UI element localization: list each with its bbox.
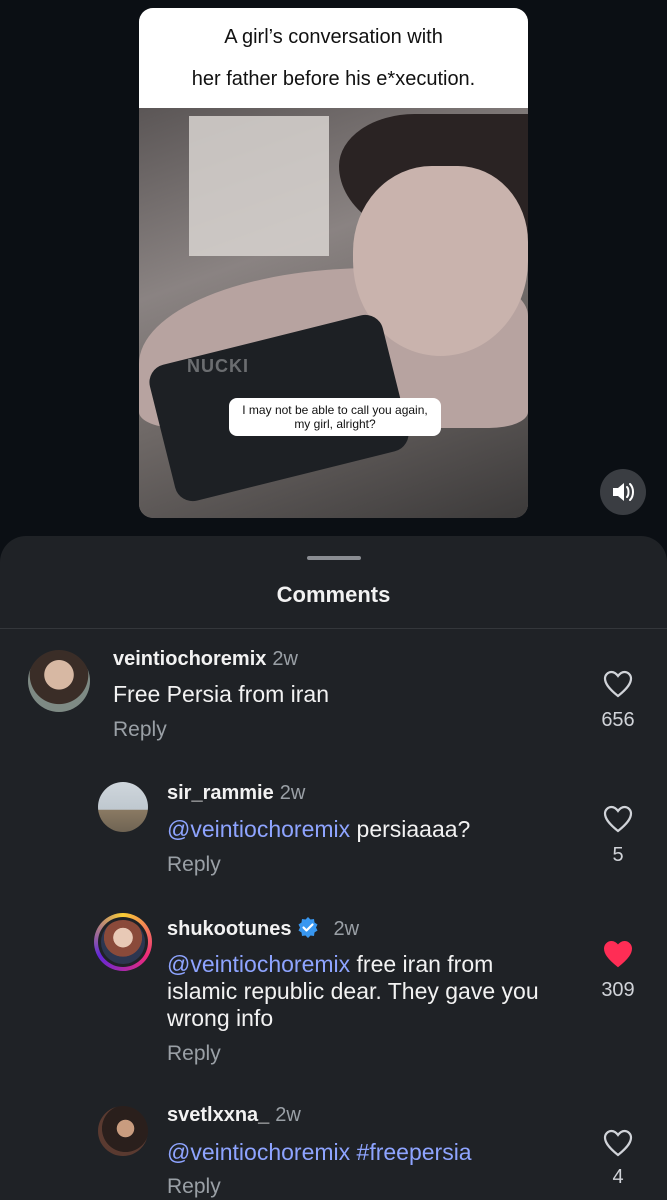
comment-text: @veintiochoremix persiaaaa? <box>167 816 470 843</box>
video-frame: NUCKI I may not be able to call you agai… <box>139 108 528 518</box>
comment-username[interactable]: svetlxxna_ 2w <box>167 1104 301 1127</box>
comment-username[interactable]: veintiochoremix 2w <box>113 648 298 671</box>
username-text[interactable]: svetlxxna_ <box>167 1104 269 1126</box>
avatar[interactable] <box>98 782 148 832</box>
comment-username[interactable]: sir_rammie 2w <box>167 782 305 805</box>
like-count: 5 <box>612 844 624 866</box>
caption-line-1: I may not be able to call you again, <box>242 403 428 417</box>
avatar <box>98 917 148 967</box>
mention-link[interactable]: @veintiochoremix <box>167 1139 350 1165</box>
heart-icon[interactable] <box>603 805 633 833</box>
comment-time: 2w <box>333 918 360 940</box>
comment-line-2: islamic republic dear. They gave you <box>167 978 539 1004</box>
mention-link[interactable]: @veintiochoremix <box>167 951 350 977</box>
speaker-icon <box>613 483 634 501</box>
verified-badge-icon <box>298 917 318 938</box>
avatar[interactable] <box>98 1106 148 1156</box>
video-caption: I may not be able to call you again, my … <box>229 398 441 436</box>
sound-toggle-button[interactable] <box>600 469 646 515</box>
like-count: 4 <box>612 1166 624 1188</box>
background-wall <box>189 116 329 256</box>
comment-text: Free Persia from iran <box>113 681 330 707</box>
comment-text: @veintiochoremix #freepersia <box>167 1139 472 1166</box>
heart-filled-icon[interactable] <box>603 940 633 968</box>
avatar[interactable] <box>28 650 90 712</box>
heart-icon[interactable] <box>603 670 633 698</box>
comment-line-3: wrong info <box>167 1005 274 1031</box>
mention-link[interactable]: @veintiochoremix <box>167 816 350 842</box>
comment-time: 2w <box>275 1104 301 1126</box>
video-title-line-2: her father before his e*xecution. <box>191 68 476 90</box>
username-text[interactable]: veintiochoremix <box>113 648 266 670</box>
like-count: 309 <box>601 979 635 1001</box>
comment-username[interactable]: shukootunes 2w <box>167 916 359 941</box>
like-count: 656 <box>601 709 635 731</box>
reply-button[interactable]: Reply <box>167 1175 221 1199</box>
comment-text: @veintiochoremix free iran from islamic … <box>167 951 587 1032</box>
avatar-story-ring[interactable] <box>94 913 152 971</box>
comment-body: persiaaaa? <box>350 816 471 842</box>
comment-line-1: @veintiochoremix free iran from <box>167 951 587 978</box>
header-divider <box>0 628 667 629</box>
sheet-drag-handle[interactable] <box>307 556 361 560</box>
comment-time: 2w <box>272 648 298 670</box>
hashtag-link[interactable]: #freepersia <box>350 1139 472 1165</box>
reply-button[interactable]: Reply <box>167 1042 221 1066</box>
comments-title: Comments <box>276 582 391 607</box>
comment-time: 2w <box>279 782 306 804</box>
video-title-line-1: A girl’s conversation with <box>224 26 443 48</box>
comments-sheet[interactable]: Comments veintiochoremix 2w Free Persia f… <box>0 536 667 1200</box>
heart-icon[interactable] <box>603 1129 633 1157</box>
video-player[interactable]: A girl’s conversation with her father be… <box>139 8 528 518</box>
comment-body: free iran from <box>350 951 494 977</box>
reply-button[interactable]: Reply <box>167 853 221 877</box>
video-watermark: NUCKI <box>187 356 249 376</box>
avatar-photo <box>101 920 145 964</box>
reply-button[interactable]: Reply <box>113 718 167 742</box>
video-title-overlay: A girl’s conversation with her father be… <box>139 8 528 108</box>
username-text[interactable]: shukootunes <box>167 918 291 940</box>
username-text[interactable]: sir_rammie <box>167 782 274 804</box>
caption-line-2: my girl, alright? <box>294 417 376 431</box>
